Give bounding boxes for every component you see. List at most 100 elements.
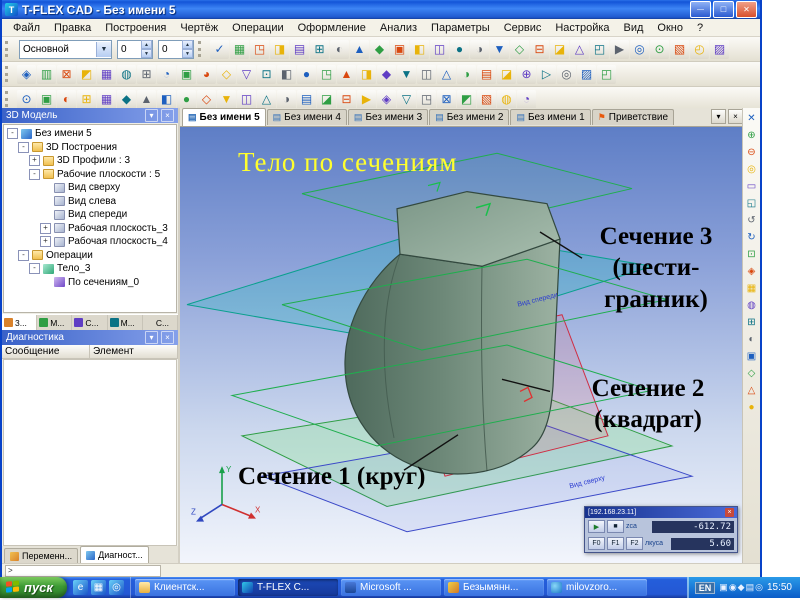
toolbar-icon[interactable]: ▦ bbox=[230, 39, 249, 59]
document-tab[interactable]: Без имени 2 bbox=[429, 109, 510, 125]
toolbar-icon[interactable]: ◨ bbox=[357, 64, 376, 84]
toolbar-icon[interactable]: ◎ bbox=[630, 39, 649, 59]
document-tab[interactable]: Без имени 5 bbox=[182, 108, 266, 126]
toolbar-icon[interactable]: ◍ bbox=[117, 64, 136, 84]
toolbar-icon[interactable]: ▷ bbox=[537, 64, 556, 84]
tab-close-icon[interactable] bbox=[728, 109, 743, 124]
menu-item[interactable]: Вид bbox=[617, 21, 651, 35]
stop-button[interactable]: ■ bbox=[607, 520, 624, 533]
language-indicator[interactable]: EN bbox=[694, 581, 716, 594]
view-toolbar-icon[interactable]: ◇ bbox=[744, 366, 759, 381]
tree-item[interactable]: - Без имени 5 bbox=[4, 127, 176, 141]
coordinate-panel[interactable]: [192.168.23.11] ▶ ■ zca -612.72 F0 F1 F2… bbox=[584, 506, 738, 553]
mini-tab[interactable]: 3... bbox=[2, 315, 38, 330]
start-button[interactable]: пуск bbox=[0, 577, 67, 598]
document-tab[interactable]: Приветствие bbox=[591, 109, 675, 125]
toolbar-icon[interactable]: ◔ bbox=[157, 64, 176, 84]
task-button[interactable]: milovzoro... bbox=[547, 579, 647, 596]
document-tab[interactable]: Без имени 1 bbox=[510, 109, 591, 125]
view-toolbar-icon[interactable]: ◱ bbox=[744, 196, 759, 211]
number-field-1[interactable]: 0 bbox=[117, 39, 153, 59]
toolbar-icon[interactable]: ◆ bbox=[377, 64, 396, 84]
tree-toggle[interactable]: - bbox=[7, 128, 18, 140]
menu-item[interactable]: Чертёж bbox=[173, 21, 225, 35]
toolbar-icon[interactable]: ◆ bbox=[117, 89, 136, 109]
view-toolbar-icon[interactable]: ● bbox=[744, 400, 759, 415]
panel-menu-icon[interactable] bbox=[145, 331, 158, 344]
mini-tab[interactable]: М... bbox=[107, 315, 143, 330]
tree-item[interactable]: - 3D Построения bbox=[4, 141, 176, 155]
view-toolbar-icon[interactable]: ◎ bbox=[744, 162, 759, 177]
toolbar-icon[interactable]: ⊞ bbox=[137, 64, 156, 84]
toolbar-icon[interactable]: ⊠ bbox=[57, 64, 76, 84]
toolbar-icon[interactable]: ● bbox=[177, 89, 196, 109]
view-toolbar-icon[interactable]: ▦ bbox=[744, 281, 759, 296]
tree-item[interactable]: - Операции bbox=[4, 249, 176, 263]
view-toolbar-icon[interactable]: ◐ bbox=[744, 332, 759, 347]
tree-item[interactable]: Вид спереди bbox=[4, 208, 176, 222]
menu-item[interactable]: Анализ bbox=[373, 21, 424, 35]
toolbar-icon[interactable]: ◰ bbox=[597, 64, 616, 84]
tree-toggle[interactable]: - bbox=[18, 141, 29, 153]
toolbar-icon[interactable]: ▼ bbox=[490, 39, 509, 59]
command-prompt[interactable]: > bbox=[5, 564, 161, 577]
toolbar-icon[interactable]: ▶ bbox=[610, 39, 629, 59]
toolbar-icon[interactable]: ◔ bbox=[517, 89, 536, 109]
number-field-2[interactable]: 0 bbox=[158, 39, 194, 59]
toolbar-icon[interactable]: ◪ bbox=[317, 89, 336, 109]
toolbar-icon[interactable]: ▲ bbox=[337, 64, 356, 84]
toolbar-icon[interactable]: ⊠ bbox=[437, 89, 456, 109]
panel-tab[interactable]: Диагност... bbox=[80, 546, 149, 563]
menu-item[interactable]: Сервис bbox=[497, 21, 549, 35]
task-button[interactable]: Клиентск... bbox=[135, 579, 235, 596]
panel-close-icon[interactable] bbox=[161, 331, 174, 344]
view-toolbar-icon[interactable]: △ bbox=[744, 383, 759, 398]
view-toolbar-icon[interactable]: ⊡ bbox=[744, 247, 759, 262]
task-button[interactable]: T-FLEX C... bbox=[238, 579, 338, 596]
column-header-message[interactable]: Сообщение bbox=[2, 345, 90, 359]
toolbar-icon[interactable]: ⊞ bbox=[77, 89, 96, 109]
toolbar-icon[interactable]: ◇ bbox=[217, 64, 236, 84]
spin-down-icon[interactable] bbox=[141, 49, 152, 58]
toolbar-icon[interactable]: ◧ bbox=[157, 89, 176, 109]
menu-item[interactable]: Операции bbox=[225, 21, 290, 35]
toolbar-icon[interactable]: △ bbox=[437, 64, 456, 84]
coordinate-panel-close-icon[interactable] bbox=[725, 508, 734, 517]
panel-tab[interactable]: Переменн... bbox=[4, 548, 79, 563]
view-toolbar-icon[interactable]: ⊞ bbox=[744, 315, 759, 330]
toolbar-icon[interactable]: ▨ bbox=[710, 39, 729, 59]
coordinate-panel-header[interactable]: [192.168.23.11] bbox=[585, 507, 737, 518]
menu-item[interactable]: Окно bbox=[650, 21, 690, 35]
menu-item[interactable]: Правка bbox=[47, 21, 98, 35]
toolbar-icon[interactable]: ⊡ bbox=[257, 64, 276, 84]
tray-icon[interactable]: ◆ bbox=[738, 582, 745, 593]
toolbar-icon[interactable]: ▦ bbox=[97, 89, 116, 109]
view-toolbar-icon[interactable]: ◈ bbox=[744, 264, 759, 279]
toolbar-grip[interactable] bbox=[198, 41, 206, 57]
diagnostics-panel-header[interactable]: Диагностика bbox=[2, 330, 178, 345]
toolbar-icon[interactable]: ◫ bbox=[417, 64, 436, 84]
toolbar-icon[interactable]: ▼ bbox=[217, 89, 236, 109]
toolbar-icon[interactable]: ▲ bbox=[137, 89, 156, 109]
tray-icon[interactable]: ▣ bbox=[719, 582, 728, 593]
3d-viewport[interactable]: Вид спереди Вид сверху Y X Z Тело по сеч… bbox=[180, 127, 746, 563]
toolbar-icon[interactable]: ⊙ bbox=[650, 39, 669, 59]
mini-tab[interactable]: С... bbox=[142, 315, 179, 330]
view-toolbar-icon[interactable]: ↺ bbox=[744, 213, 759, 228]
menu-item[interactable]: Параметры bbox=[424, 21, 497, 35]
toolbar-icon[interactable]: ▽ bbox=[397, 89, 416, 109]
toolbar-icon[interactable]: △ bbox=[570, 39, 589, 59]
toolbar-icon[interactable]: ⊞ bbox=[310, 39, 329, 59]
menu-item[interactable]: Настройка bbox=[548, 21, 616, 35]
document-tab[interactable]: Без имени 4 bbox=[266, 109, 347, 125]
toolbar-icon[interactable]: ◇ bbox=[510, 39, 529, 59]
toolbar-icon[interactable]: ◪ bbox=[550, 39, 569, 59]
toolbar-icon[interactable]: ▶ bbox=[357, 89, 376, 109]
toolbar-icon[interactable]: ⊕ bbox=[517, 64, 536, 84]
panel-close-icon[interactable] bbox=[161, 109, 174, 122]
toolbar-icon[interactable]: ✓ bbox=[210, 39, 229, 59]
model-panel-header[interactable]: 3D Модель bbox=[2, 108, 178, 123]
toolbar-icon[interactable]: ⊙ bbox=[17, 89, 36, 109]
toolbar-icon[interactable]: ◕ bbox=[197, 64, 216, 84]
toolbar-grip[interactable] bbox=[5, 91, 13, 107]
